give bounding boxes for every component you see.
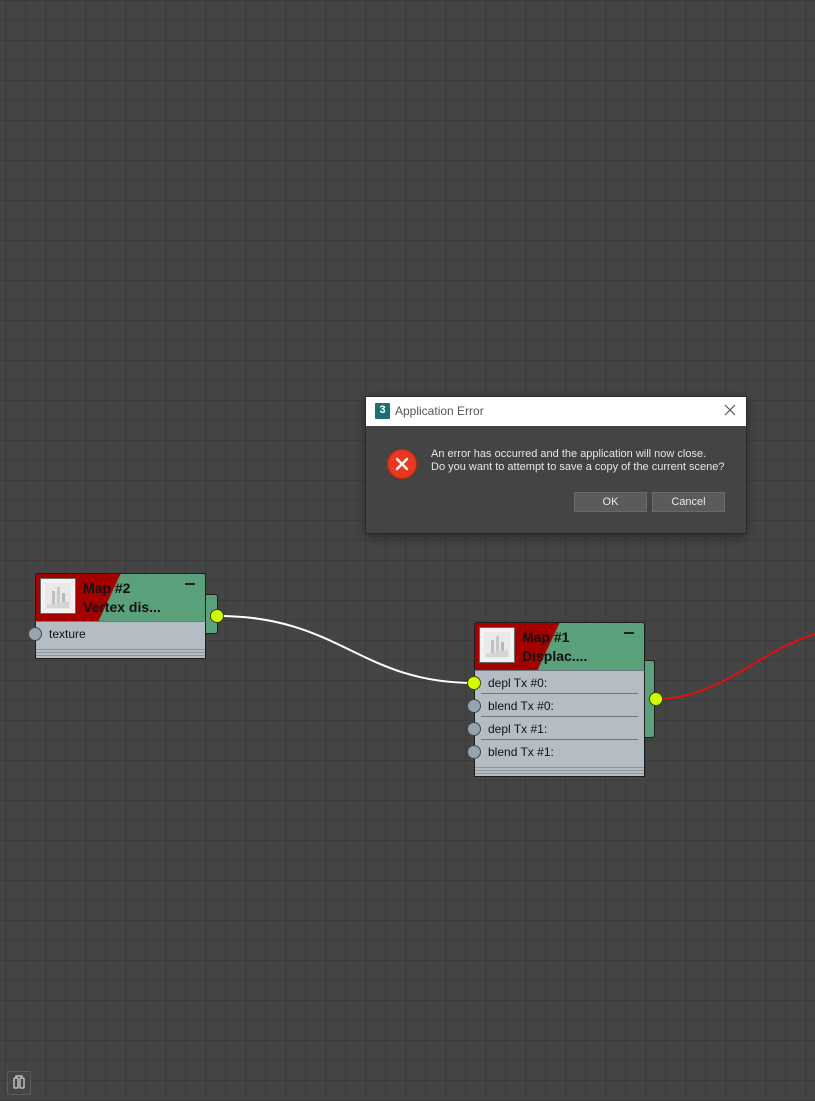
node-header[interactable]: Map #1 Displac.... (474, 622, 645, 670)
node-subtitle: Vertex dis... (83, 599, 161, 615)
slot-label: blend Tx #1: (488, 745, 554, 759)
node-map-1[interactable]: Map #1 Displac.... depl Tx #0: blend Tx … (467, 622, 663, 777)
node-title: Map #1 (522, 629, 570, 645)
input-socket[interactable] (467, 745, 481, 759)
node-body: depl Tx #0: blend Tx #0: depl Tx #1: ble… (467, 670, 645, 777)
node-header[interactable]: Map #2 Vertex dis... (35, 573, 206, 621)
wire-map2-to-map1[interactable] (217, 615, 475, 684)
slot-label: depl Tx #0: (488, 676, 548, 690)
map-thumbnail-icon (479, 627, 515, 663)
node-footer (36, 649, 205, 658)
node-map-2[interactable]: Map #2 Vertex dis... texture (28, 573, 224, 659)
map-thumbnail-icon (40, 578, 76, 614)
error-icon (387, 449, 417, 479)
cancel-button[interactable]: Cancel (652, 492, 725, 512)
node-body: texture (28, 621, 206, 659)
dialog-titlebar[interactable]: 3 Application Error (366, 397, 746, 426)
output-socket[interactable] (649, 692, 663, 706)
slot-blend-tx-0[interactable]: blend Tx #0: (467, 695, 644, 717)
dialog-title: Application Error (395, 404, 484, 418)
wire-map1-output[interactable] (655, 633, 815, 700)
navigation-icon[interactable] (7, 1071, 31, 1095)
slot-label: blend Tx #0: (488, 699, 554, 713)
node-title: Map #2 (83, 580, 131, 596)
error-message-line-1: An error has occurred and the applicatio… (431, 448, 707, 460)
error-message-line-2: Do you want to attempt to save a copy of… (431, 461, 725, 473)
close-icon[interactable] (723, 403, 737, 417)
input-socket[interactable] (467, 722, 481, 736)
slot-texture[interactable]: texture (28, 623, 205, 645)
slot-label: texture (49, 627, 86, 641)
slot-depl-tx-0[interactable]: depl Tx #0: (467, 672, 644, 694)
input-socket[interactable] (467, 676, 481, 690)
slot-depl-tx-1[interactable]: depl Tx #1: (467, 718, 644, 740)
node-subtitle: Displac.... (522, 648, 588, 664)
minimize-icon[interactable] (624, 632, 634, 634)
input-socket[interactable] (28, 627, 42, 641)
ok-button[interactable]: OK (574, 492, 647, 512)
application-error-dialog: 3 Application Error An error has occurre… (366, 397, 746, 533)
app-icon: 3 (375, 403, 390, 419)
node-footer (475, 767, 644, 776)
slot-blend-tx-1[interactable]: blend Tx #1: (467, 741, 644, 763)
minimize-icon[interactable] (185, 583, 195, 585)
output-socket[interactable] (210, 609, 224, 623)
slot-label: depl Tx #1: (488, 722, 548, 736)
wire-layer (217, 615, 815, 700)
node-editor-canvas[interactable]: Map #2 Vertex dis... texture Map #1 Disp… (0, 0, 815, 1101)
input-socket[interactable] (467, 699, 481, 713)
